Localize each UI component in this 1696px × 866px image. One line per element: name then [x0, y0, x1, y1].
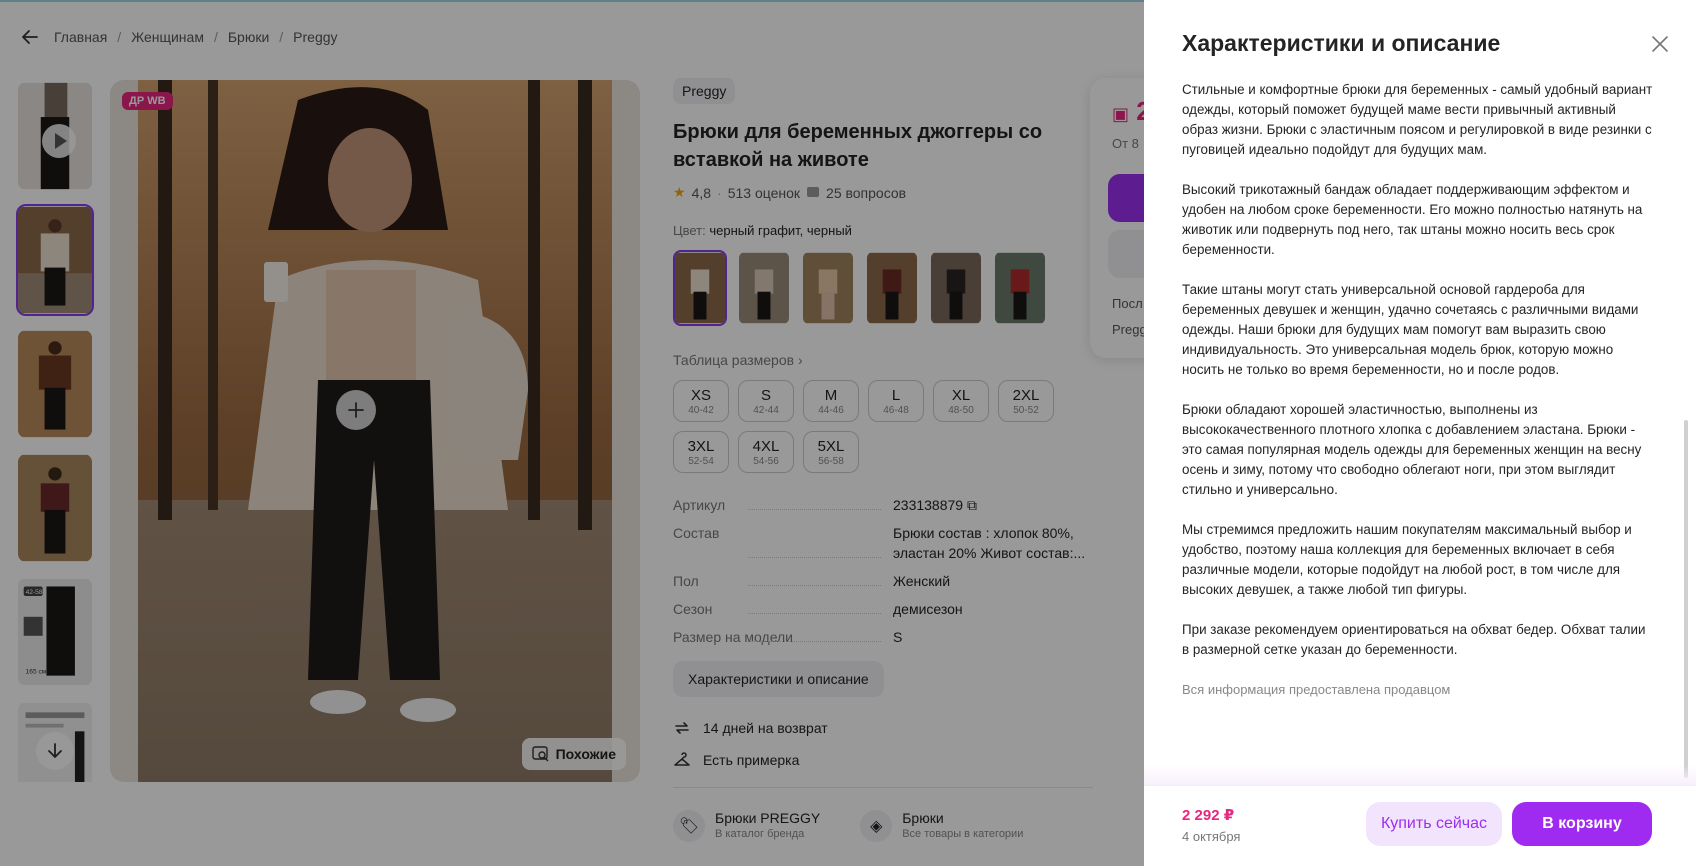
close-icon: [1652, 36, 1668, 52]
drawer-title: Характеристики и описание: [1182, 30, 1501, 56]
description-paragraph: Мы стремимся предложить нашим покупателя…: [1182, 522, 1632, 597]
close-button[interactable]: [1648, 32, 1672, 56]
description-text: Стильные и комфортные брюки для беременн…: [1182, 80, 1654, 770]
drawer-footer: 2 292 ₽ 4 октября Купить сейчас В корзин…: [1144, 785, 1696, 866]
content-fade: [1144, 765, 1696, 785]
description-paragraph: Такие штаны могут стать универсальной ос…: [1182, 282, 1639, 377]
description-paragraph: Брюки обладают хорошей эластичностью, вы…: [1182, 402, 1642, 497]
seller-info-note: Вся информация предоставлена продавцом: [1182, 682, 1451, 697]
description-paragraph: При заказе рекомендуем ориентироваться н…: [1182, 622, 1646, 657]
description-paragraph: Стильные и комфортные брюки для беременн…: [1182, 82, 1653, 157]
description-paragraph: Высокий трикотажный бандаж обладает подд…: [1182, 182, 1643, 257]
modal-backdrop[interactable]: [0, 0, 1144, 866]
delivery-date: 4 октября: [1182, 829, 1241, 844]
description-drawer: Характеристики и описание Стильные и ком…: [1144, 0, 1696, 866]
add-to-cart-button[interactable]: В корзину: [1512, 802, 1652, 846]
scrollbar[interactable]: [1684, 420, 1688, 778]
footer-price: 2 292 ₽: [1182, 807, 1235, 824]
buy-now-button[interactable]: Купить сейчас: [1366, 802, 1502, 846]
